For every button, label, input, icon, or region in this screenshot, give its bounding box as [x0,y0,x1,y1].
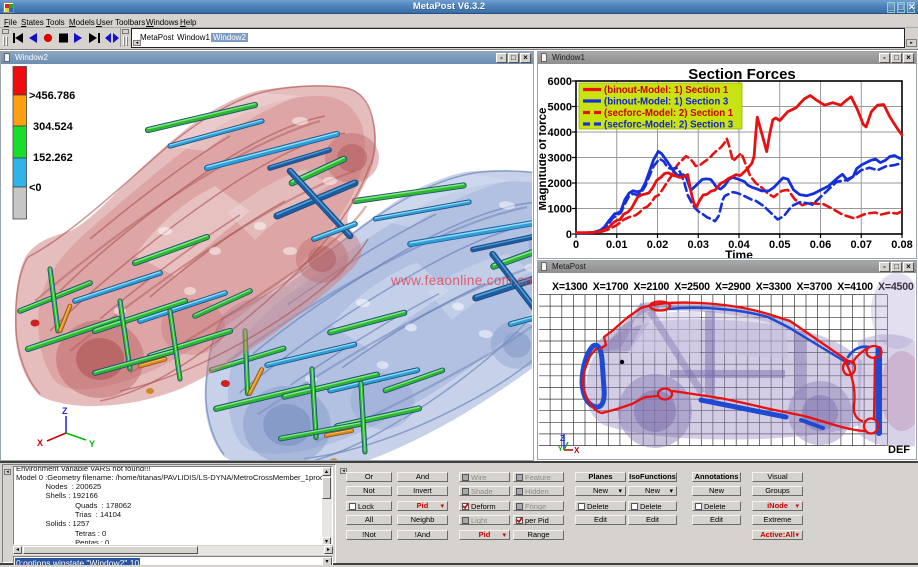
svg-text:3000: 3000 [548,153,572,165]
svg-text:6000: 6000 [548,76,572,88]
svg-text:X: X [37,438,43,448]
svg-text:1000: 1000 [548,204,572,216]
svg-text:0.02: 0.02 [647,239,668,251]
svg-text:X=4100: X=4100 [837,281,873,293]
svg-text:X: X [574,446,580,455]
svg-text:0.07: 0.07 [851,239,872,251]
svg-text:(binout-Model: 1) Section 3: (binout-Model: 1) Section 3 [604,97,729,108]
svg-text:4000: 4000 [548,127,572,139]
svg-text:X=2500: X=2500 [674,281,710,293]
svg-text:304.524: 304.524 [33,121,74,133]
svg-text:5000: 5000 [548,102,572,114]
svg-text:0.06: 0.06 [810,239,831,251]
svg-text:(secforc-Model: 2) Section 3: (secforc-Model: 2) Section 3 [604,120,734,131]
svg-text:0.01: 0.01 [606,239,627,251]
svg-text:(binout-Model: 1) Section 1: (binout-Model: 1) Section 1 [604,85,729,96]
svg-text:X=2100: X=2100 [634,281,670,293]
svg-text:Z: Z [560,434,565,443]
svg-text:Y: Y [89,439,95,449]
svg-text:Y: Y [558,446,563,453]
svg-text:0.08: 0.08 [891,239,912,251]
svg-text:(secforc-Model: 2) Section 1: (secforc-Model: 2) Section 1 [604,108,734,119]
svg-text:X=2900: X=2900 [715,281,751,293]
svg-text:Magnitude of force: Magnitude of force [539,108,549,211]
svg-text:www.feaonline.com.cn: www.feaonline.com.cn [390,273,532,288]
svg-text:2000: 2000 [548,178,572,190]
svg-text:X=3700: X=3700 [797,281,833,293]
svg-text:0: 0 [566,229,572,241]
svg-text:DEF: DEF [888,444,910,456]
svg-text:Time: Time [725,248,753,258]
svg-text:>456.786: >456.786 [29,90,75,102]
svg-text:0.03: 0.03 [688,239,709,251]
svg-text:0.05: 0.05 [769,239,790,251]
svg-text:152.262: 152.262 [33,152,73,164]
svg-text:<0: <0 [29,182,42,194]
svg-text:0: 0 [573,239,579,251]
svg-text:X=1700: X=1700 [593,281,629,293]
svg-text:X=3300: X=3300 [756,281,792,293]
svg-text:X=1300: X=1300 [552,281,588,293]
svg-text:Z: Z [62,406,68,416]
